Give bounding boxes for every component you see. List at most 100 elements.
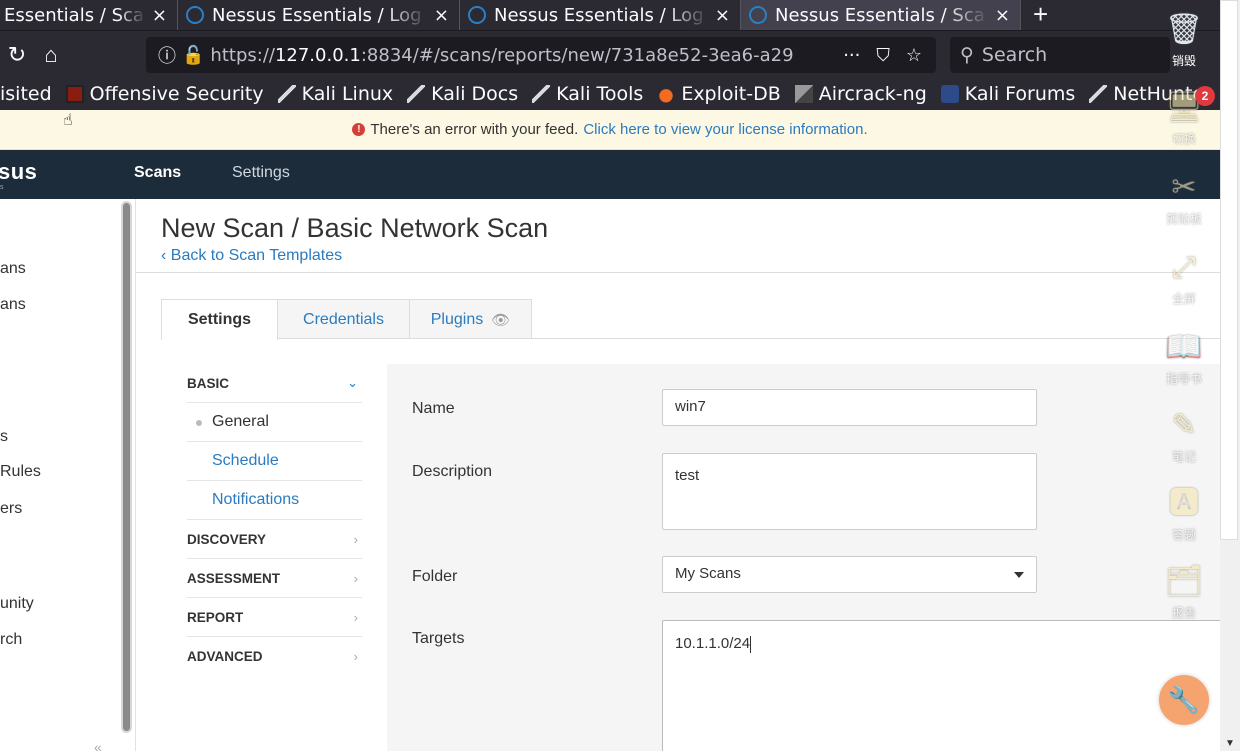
answer-tool[interactable]: 🅰 答题 [1155, 484, 1213, 543]
menu-schedule[interactable]: Schedule [187, 442, 362, 481]
close-tab-icon[interactable]: × [995, 5, 1010, 26]
back-to-templates-link[interactable]: ‹ Back to Scan Templates [161, 247, 342, 265]
tab-credentials[interactable]: Credentials [278, 299, 410, 339]
folder-select[interactable]: My Scans [662, 556, 1037, 593]
error-icon: ! [352, 123, 366, 136]
name-input[interactable]: win7 [662, 389, 1037, 426]
browser-tab-1[interactable]: Nessus Essentials / Log × [178, 0, 460, 30]
bookmarks-toolbar: isited Offensive Security Kali Linux Kal… [0, 78, 1240, 110]
notes-tool[interactable]: ✎ 笔记 [1155, 406, 1213, 465]
tab-plugins[interactable]: Plugins 👁 [410, 299, 532, 339]
bookmark-offensive-security[interactable]: Offensive Security [65, 83, 264, 105]
targets-label: Targets [412, 630, 465, 647]
url-bar[interactable]: ⓘ 🔓 https://127.0.0.1:8834/#/scans/repor… [146, 37, 936, 73]
close-tab-icon[interactable]: × [434, 5, 449, 26]
dropdown-caret-icon [1014, 572, 1024, 578]
destroy-tool[interactable]: 🗑 销毁 [1155, 10, 1213, 69]
bookmark-most-visited[interactable]: isited [0, 83, 52, 105]
close-tab-icon[interactable]: × [152, 5, 167, 26]
sidebar-item-research[interactable]: rch [0, 631, 22, 649]
browser-tab-title: Nessus Essentials / Log [494, 4, 704, 26]
browser-tab-3-active[interactable]: Nessus Essentials / Sca × [741, 0, 1021, 30]
sidebar-item-scanners[interactable]: ers [0, 500, 22, 518]
browser-tab-0[interactable]: Essentials / Sca × [0, 0, 178, 30]
scan-tabs: Settings Credentials Plugins 👁 [161, 299, 532, 340]
fullscreen-tool[interactable]: ⤢ 全屏 [1155, 248, 1213, 307]
bookmark-kali-forums[interactable]: Kali Forums [940, 83, 1075, 105]
sidebar-item-my-scans[interactable]: ans [0, 260, 26, 278]
reload-icon[interactable]: ↻ [0, 42, 34, 68]
sidebar-item-policies[interactable]: s [0, 428, 8, 446]
license-info-link[interactable]: Click here to view your license informat… [583, 121, 867, 138]
nessus-favicon-icon [468, 6, 486, 24]
nav-settings[interactable]: Settings [232, 164, 290, 182]
kali-dragon-icon [532, 85, 551, 103]
exploit-db-icon [657, 85, 676, 103]
answer-icon: 🅰 [1169, 487, 1199, 520]
bookmark-kali-tools[interactable]: Kali Tools [532, 83, 643, 105]
page-title: New Scan / Basic Network Scan [161, 213, 549, 243]
notification-badge: 2 [1195, 86, 1215, 106]
kali-dragon-icon [407, 85, 426, 103]
bookmark-kali-docs[interactable]: Kali Docs [407, 83, 518, 105]
feed-error-banner: ! There's an error with your feed. Click… [0, 110, 1220, 150]
sidebar-item-community[interactable]: unity [0, 595, 34, 613]
info-icon[interactable]: ⓘ [158, 42, 176, 68]
guide-tool[interactable]: 📖 指导书 [1155, 328, 1213, 387]
hand-cursor-icon: ☝ [63, 112, 73, 129]
browser-tab-2[interactable]: Nessus Essentials / Log × [460, 0, 741, 30]
menu-discovery[interactable]: DISCOVERY › [187, 520, 362, 559]
wrench-tools-icon[interactable]: 🔧 [1159, 675, 1209, 725]
home-icon[interactable]: ⌂ [34, 42, 68, 68]
menu-basic[interactable]: BASIC ⌄ [187, 364, 362, 403]
browser-tab-title: Nessus Essentials / Log [212, 4, 422, 26]
page-scrollbar-thumb[interactable] [1220, 0, 1238, 540]
sidebar-scrollbar-thumb[interactable] [123, 203, 130, 731]
browser-tab-strip: Essentials / Sca × Nessus Essentials / L… [0, 0, 1240, 30]
eye-icon: 👁 [491, 311, 511, 329]
sidebar-scrollbar[interactable] [121, 201, 132, 733]
tab-divider [278, 338, 1220, 339]
nessus-favicon-icon [749, 6, 767, 24]
close-tab-icon[interactable]: × [715, 5, 730, 26]
pocket-icon[interactable]: ⛉ [876, 45, 890, 66]
insecure-lock-icon[interactable]: 🔓 [182, 45, 204, 66]
settings-menu: BASIC ⌄ General Schedule Notifications DI… [187, 364, 362, 676]
report-tool[interactable]: 🗂 报告 [1155, 562, 1213, 621]
browser-nav-bar: ↻ ⌂ ⓘ 🔓 https://127.0.0.1:8834/#/scans/r… [0, 30, 1240, 78]
browser-tab-title: Nessus Essentials / Sca [775, 4, 985, 26]
sidebar-item-plugin-rules[interactable]: Rules [0, 463, 41, 481]
new-tab-button[interactable]: + [1021, 0, 1060, 30]
menu-report[interactable]: REPORT › [187, 598, 362, 637]
nessus-favicon-icon [186, 6, 204, 24]
bookmark-aircrack-ng[interactable]: Aircrack-ng [794, 83, 927, 105]
clipboard-tool[interactable]: ✂ 剪贴板 [1155, 168, 1213, 227]
app-header: sus s Scans Settings [0, 150, 1220, 199]
collapse-sidebar-icon[interactable]: « [94, 739, 102, 751]
tab-settings[interactable]: Settings [161, 299, 278, 340]
url-text[interactable]: https://127.0.0.1:8834/#/scans/reports/n… [210, 45, 843, 66]
bookmark-exploit-db[interactable]: Exploit-DB [657, 83, 781, 105]
browser-search-box[interactable]: ⚲ Search [950, 37, 1170, 73]
description-textarea[interactable]: test [662, 453, 1037, 530]
page-scrollbar[interactable]: ▼ [1220, 0, 1240, 751]
header-divider [136, 272, 1220, 273]
menu-notifications[interactable]: Notifications [187, 481, 362, 520]
bookmark-star-icon[interactable]: ☆ [906, 45, 922, 66]
menu-general[interactable]: General [187, 403, 362, 442]
menu-advanced[interactable]: ADVANCED › [187, 637, 362, 676]
switch-tool[interactable]: 🖥 2 切换 [1155, 86, 1215, 147]
sidebar-item-all-scans[interactable]: ans [0, 296, 26, 314]
description-label: Description [412, 463, 493, 480]
offsec-icon [65, 85, 84, 103]
pencil-icon: ✎ [1171, 409, 1197, 442]
scroll-down-arrow-icon[interactable]: ▼ [1225, 738, 1235, 749]
name-label: Name [412, 400, 455, 417]
nessus-logo[interactable]: sus [0, 159, 37, 185]
bookmark-kali-linux[interactable]: Kali Linux [277, 83, 393, 105]
nav-scans[interactable]: Scans [134, 164, 181, 182]
page-actions-icon[interactable]: ··· [843, 45, 860, 66]
search-placeholder: Search [981, 44, 1048, 66]
targets-textarea[interactable]: 10.1.1.0/24 [662, 620, 1227, 751]
menu-assessment[interactable]: ASSESSMENT › [187, 559, 362, 598]
